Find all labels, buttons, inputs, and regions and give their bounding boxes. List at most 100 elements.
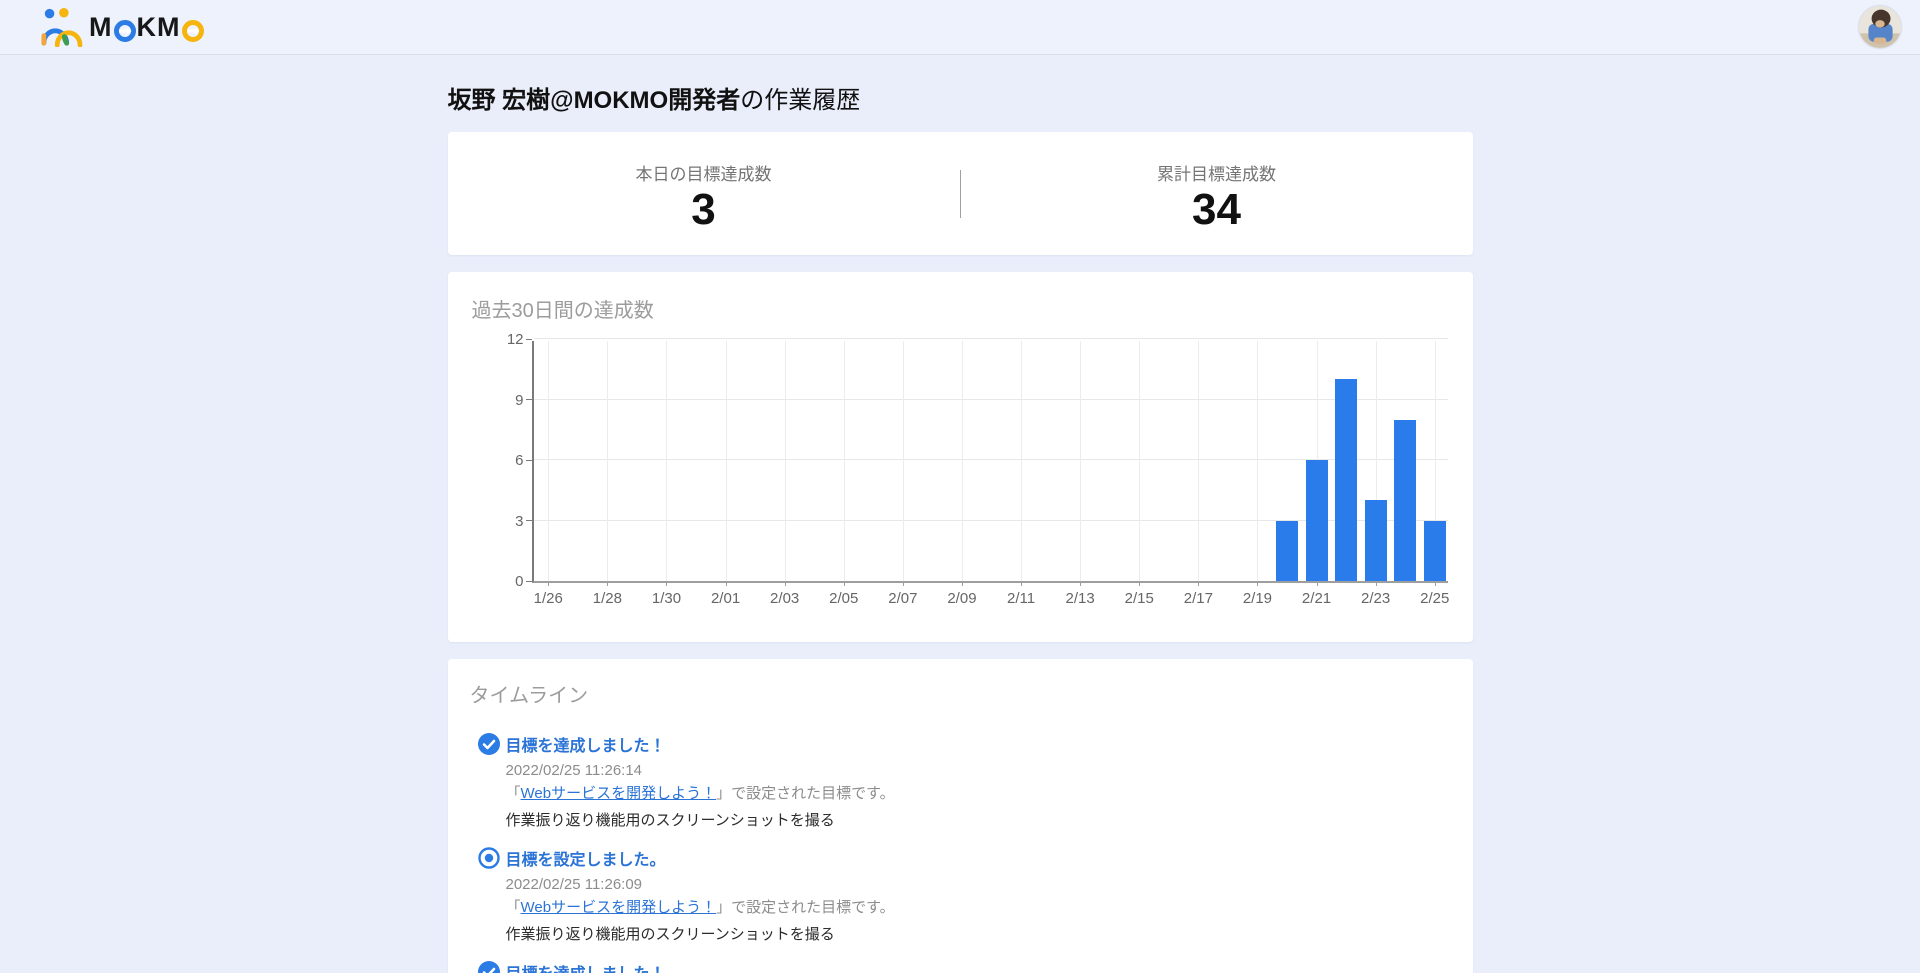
x-tick-label: 2/21: [1302, 590, 1331, 607]
x-tick-label: 2/09: [947, 590, 976, 607]
y-tick-label: 6: [484, 452, 524, 469]
x-tick-label: 1/26: [534, 590, 563, 607]
stat-today-value: 3: [448, 185, 960, 236]
timeline-card: タイムライン 目標を達成しました！ 2022/02/25 11:26:14 「W…: [448, 659, 1473, 973]
x-axis-tick: [962, 581, 963, 586]
x-gridline: [1198, 341, 1199, 581]
page-title-suffix: の作業履歴: [740, 87, 860, 114]
chart-bar: [1394, 420, 1416, 581]
main-content: 坂野 宏樹@MOKMO開発者の作業履歴 本日の目標達成数 3 累計目標達成数 3…: [448, 80, 1473, 973]
x-tick-label: 2/23: [1361, 590, 1390, 607]
check-circle-icon: [478, 733, 500, 755]
timeline-entry: 目標を設定しました。 2022/02/25 11:26:09 「Webサービスを…: [478, 846, 1451, 944]
x-tick-label: 2/25: [1420, 590, 1449, 607]
x-tick-label: 2/03: [770, 590, 799, 607]
chart-bar: [1335, 379, 1357, 581]
x-gridline: [785, 341, 786, 581]
stat-today: 本日の目標達成数 3: [448, 132, 960, 255]
x-gridline: [666, 341, 667, 581]
y-tick-label: 3: [484, 513, 524, 530]
app-header: MKM: [0, 0, 1920, 55]
x-gridline: [962, 341, 963, 581]
chart-bar: [1276, 521, 1298, 582]
bar-chart: 0369121/261/281/302/012/032/052/072/092/…: [472, 341, 1449, 583]
x-tick-label: 2/17: [1184, 590, 1213, 607]
y-axis-tick: [526, 581, 532, 582]
y-tick-label: 0: [484, 573, 524, 590]
x-axis-tick: [1021, 581, 1022, 586]
x-tick-label: 2/19: [1243, 590, 1272, 607]
x-axis-tick: [1435, 581, 1436, 586]
user-avatar[interactable]: [1859, 6, 1901, 48]
chart-bar: [1424, 521, 1446, 582]
timeline-entries: 目標を達成しました！ 2022/02/25 11:26:14 「Webサービスを…: [470, 732, 1451, 973]
x-tick-label: 2/13: [1066, 590, 1095, 607]
timeline-entry-timestamp: 2022/02/25 11:26:09: [506, 876, 1451, 893]
app-logo[interactable]: MKM: [37, 7, 205, 47]
timeline-entry: 目標を達成しました！ 2022/02/25 11:25:51: [478, 960, 1451, 973]
project-link[interactable]: Webサービスを開発しよう！: [521, 899, 717, 916]
timeline-entry-task: 作業振り返り機能用のスクリーンショットを撮る: [506, 923, 1451, 944]
x-axis-tick: [1257, 581, 1258, 586]
x-axis-tick: [1080, 581, 1081, 586]
x-axis-tick: [726, 581, 727, 586]
stat-total: 累計目標達成数 34: [961, 132, 1473, 255]
timeline-entry-title: 目標を設定しました。: [506, 846, 666, 870]
chart-bar: [1365, 500, 1387, 581]
logo-people-icon: [37, 7, 85, 47]
x-gridline: [1080, 341, 1081, 581]
x-gridline: [548, 341, 549, 581]
x-tick-label: 2/11: [1007, 590, 1035, 607]
x-axis-tick: [903, 581, 904, 586]
stat-today-label: 本日の目標達成数: [448, 160, 960, 185]
timeline-entry: 目標を達成しました！ 2022/02/25 11:26:14 「Webサービスを…: [478, 732, 1451, 830]
y-gridline: [534, 338, 1448, 339]
x-gridline: [903, 341, 904, 581]
x-gridline: [1139, 341, 1140, 581]
logo-o-yellow-icon: [182, 18, 204, 40]
chart-card: 過去30日間の達成数 0369121/261/281/302/012/032/0…: [448, 272, 1473, 642]
timeline-entry-project-line: 「Webサービスを開発しよう！」で設定された目標です。: [506, 782, 1451, 803]
x-axis-tick: [1198, 581, 1199, 586]
timeline-heading: タイムライン: [470, 679, 1451, 708]
x-axis-tick: [785, 581, 786, 586]
project-link[interactable]: Webサービスを開発しよう！: [521, 785, 717, 802]
x-gridline: [607, 341, 608, 581]
check-circle-icon: [478, 961, 500, 973]
x-axis-tick: [1376, 581, 1377, 586]
x-gridline: [844, 341, 845, 581]
y-tick-label: 12: [484, 331, 524, 348]
x-tick-label: 2/07: [888, 590, 917, 607]
x-gridline: [1021, 341, 1022, 581]
y-axis-tick: [526, 520, 532, 521]
x-gridline: [726, 341, 727, 581]
x-axis-tick: [666, 581, 667, 586]
x-tick-label: 2/15: [1125, 590, 1154, 607]
chart-plot-area: 0369121/261/281/302/012/032/052/072/092/…: [532, 341, 1448, 583]
chart-bar: [1306, 460, 1328, 581]
x-axis-tick: [607, 581, 608, 586]
x-axis-tick: [1139, 581, 1140, 586]
timeline-entry-title: 目標を達成しました！: [506, 960, 666, 973]
x-axis-tick: [548, 581, 549, 586]
x-tick-label: 1/30: [652, 590, 681, 607]
logo-wordmark: MKM: [89, 12, 205, 43]
timeline-entry-task: 作業振り返り機能用のスクリーンショットを撮る: [506, 809, 1451, 830]
timeline-entry-timestamp: 2022/02/25 11:26:14: [506, 762, 1451, 779]
y-axis-tick: [526, 339, 532, 340]
stat-total-value: 34: [961, 185, 1473, 236]
y-axis-tick: [526, 460, 532, 461]
y-gridline: [534, 399, 1448, 400]
timeline-entry-title: 目標を達成しました！: [506, 732, 666, 756]
stats-card: 本日の目標達成数 3 累計目標達成数 34: [448, 132, 1473, 255]
chart-heading: 過去30日間の達成数: [472, 294, 1449, 323]
record-circle-icon: [478, 847, 500, 869]
y-axis-tick: [526, 399, 532, 400]
logo-o-blue-icon: [114, 18, 136, 40]
y-tick-label: 9: [484, 392, 524, 409]
stat-total-label: 累計目標達成数: [961, 160, 1473, 185]
x-tick-label: 1/28: [593, 590, 622, 607]
page-title-user: 坂野 宏樹@MOKMO開発者: [448, 87, 741, 114]
x-tick-label: 2/05: [829, 590, 858, 607]
x-tick-label: 2/01: [711, 590, 740, 607]
